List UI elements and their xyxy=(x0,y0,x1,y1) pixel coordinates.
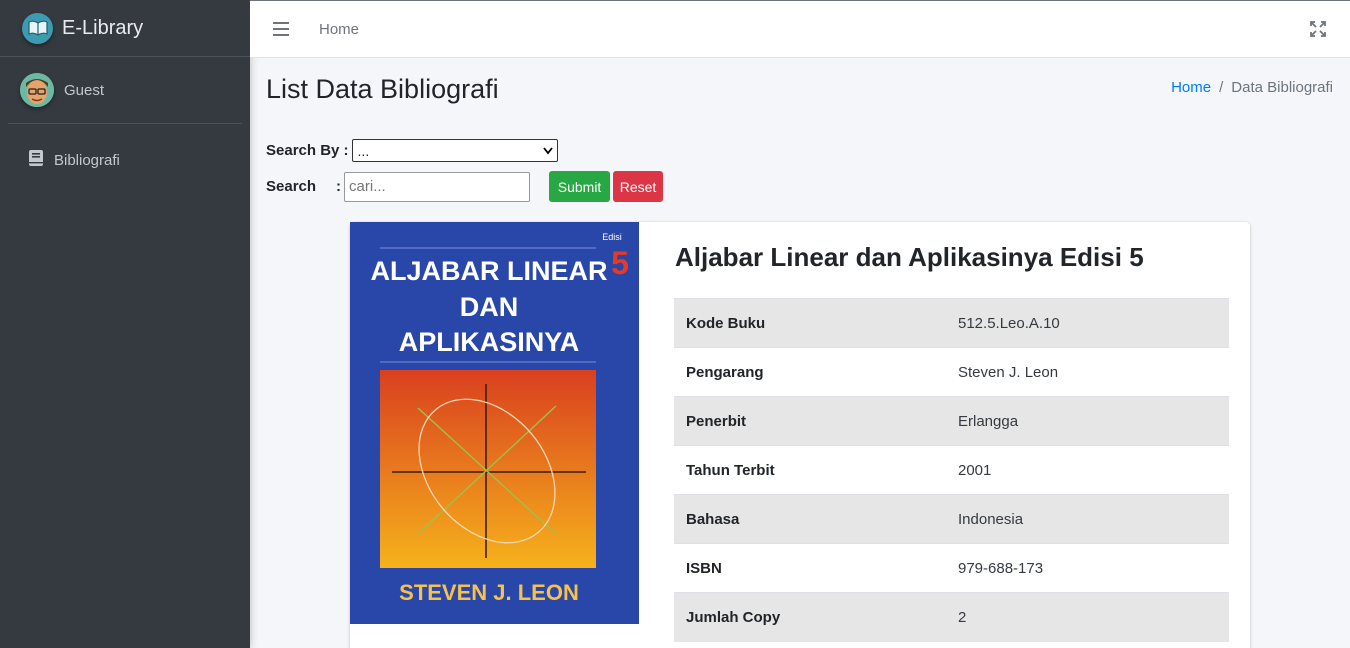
avatar xyxy=(20,73,54,107)
search-by-select[interactable]: ... xyxy=(351,139,558,162)
reset-button[interactable]: Reset xyxy=(613,171,664,202)
brand-name: E-Library xyxy=(62,16,144,39)
table-row: Bahasa Indonesia xyxy=(674,494,1229,544)
book-icon xyxy=(28,149,44,171)
user-panel[interactable]: Guest xyxy=(8,57,242,124)
search-by-row: Search By : ... xyxy=(266,139,558,162)
sidebar: E-Library Guest Bibliografi xyxy=(0,0,250,648)
search-colon: : xyxy=(336,178,342,195)
sidebar-item-bibliografi[interactable]: Bibliografi xyxy=(8,138,242,182)
search-by-label: Search By : xyxy=(266,142,349,159)
breadcrumb-current: Data Bibliografi xyxy=(1231,79,1333,96)
detail-value: 2 xyxy=(958,608,967,626)
main-content: List Data Bibliografi Home / Data Bibliogr… xyxy=(250,58,1350,648)
sidebar-nav: Bibliografi xyxy=(0,138,250,182)
fullscreen-icon[interactable] xyxy=(1310,21,1326,37)
book-title: Aljabar Linear dan Aplikasinya Edisi 5 xyxy=(675,242,1144,272)
detail-key: ISBN xyxy=(686,559,722,577)
breadcrumb-separator: / xyxy=(1219,79,1224,96)
detail-value: 979-688-173 xyxy=(958,559,1044,577)
detail-value: 2001 xyxy=(958,461,992,479)
brand-link[interactable]: E-Library xyxy=(0,0,250,57)
table-row: Penerbit Erlangga xyxy=(674,396,1229,446)
cover-edition-word: Edisi xyxy=(602,232,622,242)
table-row: Kode Buku 512.5.Leo.A.10 xyxy=(674,298,1229,348)
detail-key: Jumlah Copy xyxy=(686,608,781,626)
book-card: Edisi 5 ALJABAR LINEAR DAN APLIKASINYA S… xyxy=(350,222,1250,648)
menu-toggle-icon[interactable] xyxy=(273,22,289,36)
table-row: Pengarang Steven J. Leon xyxy=(674,347,1229,397)
detail-key: Bahasa xyxy=(686,510,740,528)
book-details-table: Kode Buku 512.5.Leo.A.10 Pengarang Steve… xyxy=(674,298,1229,642)
cover-edition-number: 5 xyxy=(611,245,629,281)
detail-value: 512.5.Leo.A.10 xyxy=(958,314,1060,332)
cover-title-line3: APLIKASINYA xyxy=(399,327,580,357)
user-name: Guest xyxy=(64,81,105,99)
open-book-icon xyxy=(22,12,53,44)
detail-value: Steven J. Leon xyxy=(958,363,1059,381)
detail-key: Kode Buku xyxy=(686,314,766,332)
table-row: Jumlah Copy 2 xyxy=(674,592,1229,642)
table-row: ISBN 979-688-173 xyxy=(674,543,1229,593)
top-home-link[interactable]: Home xyxy=(319,21,359,38)
detail-key: Pengarang xyxy=(686,363,764,381)
search-row: Search : cari... Submit Reset xyxy=(266,171,664,202)
cover-title-line1: ALJABAR LINEAR xyxy=(370,256,607,286)
submit-button[interactable]: Submit xyxy=(549,171,611,202)
cover-author: STEVEN J. LEON xyxy=(399,580,579,605)
breadcrumb-home-link[interactable]: Home xyxy=(1171,79,1211,96)
search-label: Search xyxy=(266,178,317,195)
search-placeholder: cari... xyxy=(349,178,386,195)
detail-key: Tahun Terbit xyxy=(686,461,775,479)
book-cover-image[interactable]: Edisi 5 ALJABAR LINEAR DAN APLIKASINYA S… xyxy=(350,222,639,624)
search-input[interactable]: cari... xyxy=(344,171,531,202)
detail-value: Erlangga xyxy=(958,412,1019,430)
detail-key: Penerbit xyxy=(686,412,747,430)
cover-title-line2: DAN xyxy=(460,292,519,322)
top-navbar: Home xyxy=(250,0,1350,58)
table-row: Tahun Terbit 2001 xyxy=(674,445,1229,495)
detail-value: Indonesia xyxy=(958,510,1024,528)
breadcrumb: Home / Data Bibliografi xyxy=(1171,79,1333,96)
chevron-down-icon xyxy=(542,144,553,160)
sidebar-item-label: Bibliografi xyxy=(54,151,120,169)
page-title: List Data Bibliografi xyxy=(266,74,499,104)
search-by-value: ... xyxy=(357,142,370,159)
